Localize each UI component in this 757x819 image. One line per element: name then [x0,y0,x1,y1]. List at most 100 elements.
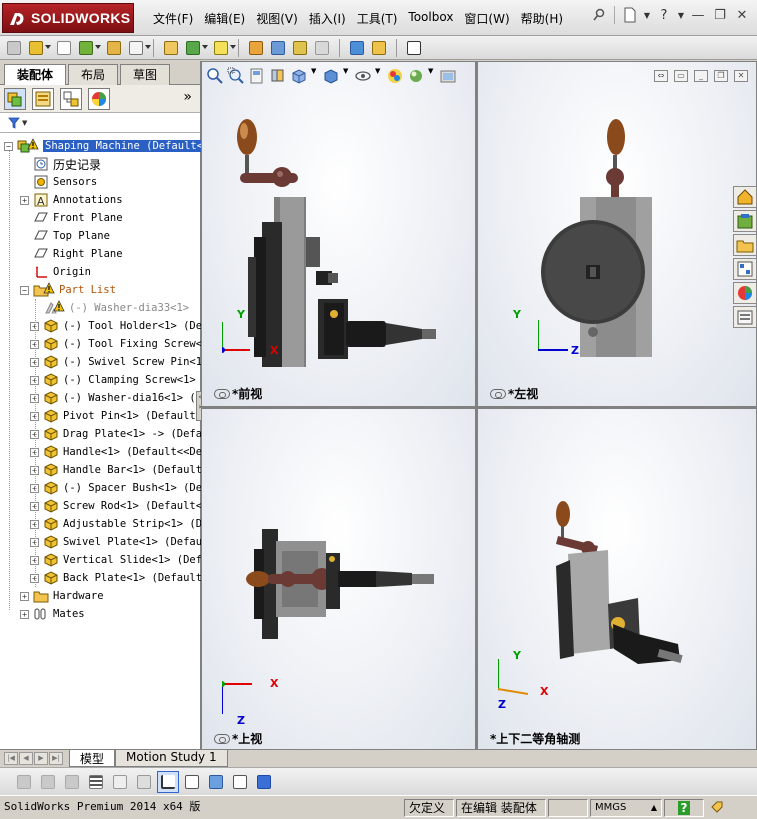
viewport-isometric[interactable]: Y Z X *上下二等角轴测 [478,409,756,751]
close-icon[interactable]: ✕ [733,7,751,23]
sort-icon[interactable] [134,772,154,792]
tree-filter[interactable]: ▼ [0,113,200,133]
appearances-scenes-icon[interactable] [733,282,757,304]
tree-node[interactable]: + Adjustable Strip<1> (De [0,515,208,533]
tree-node[interactable]: + Screw Rod<1> (Default<< [0,497,208,515]
custom-properties-icon[interactable] [733,306,757,328]
tab-assembly[interactable]: 装配体 [4,64,67,86]
menu-item[interactable]: 窗口(W) [459,8,514,28]
tree-node[interactable]: + Back Plate<1> (Default< [0,569,208,587]
hole-alignment-icon[interactable] [369,38,389,58]
feature-manager-tree-icon[interactable] [4,87,26,110]
tree-node[interactable]: 历史记录 [0,155,200,173]
view-settings-icon[interactable] [439,67,457,85]
zoom-to-fit-icon[interactable] [206,67,224,85]
interference-detection-icon[interactable] [312,38,332,58]
configuration-manager-icon[interactable] [60,87,82,110]
save-state-icon[interactable] [254,772,274,792]
tree-node[interactable]: + (-) Spacer Bush<1> (Def [0,479,208,497]
tree-node[interactable]: + Mates [0,605,200,623]
reference-geometry-icon[interactable] [183,38,208,58]
tree-node[interactable]: (-) Washer-dia33<1> [0,299,200,317]
section-view-icon[interactable] [269,67,287,85]
tree-node[interactable]: − Part List [0,281,200,299]
link-views-icon[interactable]: ⇔ [654,70,668,82]
tree-node[interactable]: Front Plane [0,209,200,227]
status-tag-icon[interactable] [706,799,726,817]
apply-scene-dropdown-icon[interactable]: ▼ [428,67,436,85]
prev-tab-icon[interactable]: ◀ [19,752,33,765]
tree-node[interactable]: + Handle<1> (Default<<Def [0,443,208,461]
instant3d-icon[interactable] [404,38,424,58]
edit-appearance-icon[interactable] [386,67,404,85]
view-orientation-dropdown-icon[interactable]: ▼ [311,67,319,85]
tree-node[interactable]: + (-) Clamping Screw<1> [0,371,200,389]
explode-line-sketch-icon[interactable] [290,38,310,58]
show-hidden-icon[interactable] [126,38,151,58]
new-document-icon[interactable] [621,6,639,24]
graphics-area[interactable]: ▼ ▼ ▼ ▼ Y X *前视 ⇔ ▭ _ ❐ ✕ Y Z *左视 X Z *上… [201,61,757,751]
tree-expander-icon[interactable]: + [20,591,29,601]
bottom-tool-1-icon[interactable] [14,772,34,792]
clearance-verification-icon[interactable] [347,38,367,58]
assembly-features-icon[interactable] [161,38,181,58]
linear-pattern-icon[interactable] [54,38,74,58]
minimize-icon[interactable]: — [689,7,707,23]
display-style-icon[interactable] [322,67,340,85]
chart-icon[interactable] [157,770,179,793]
display-style-dropdown-icon[interactable]: ▼ [343,67,351,85]
hide-show-dropdown-icon[interactable]: ▼ [375,67,383,85]
tree-expander-icon[interactable]: − [20,285,29,295]
last-tab-icon[interactable]: ▶| [49,752,63,765]
design-library-icon[interactable] [733,210,757,232]
bottom-tool-3-icon[interactable] [62,772,82,792]
help-icon[interactable]: ? [655,6,673,24]
view-orientation-icon[interactable] [290,67,308,85]
tab-sketch[interactable]: 草图 [120,64,171,85]
insert-component-icon[interactable] [4,38,24,58]
restore-icon[interactable]: ❐ [711,7,729,23]
cube-icon[interactable] [206,772,226,792]
tree-node[interactable]: Top Plane [0,227,200,245]
more-tabs-icon[interactable]: » [183,89,192,105]
first-tab-icon[interactable]: |◀ [4,752,18,765]
tab-layout[interactable]: 布局 [68,64,119,85]
tree-node[interactable]: Origin [0,263,200,281]
tree-node[interactable]: + A Annotations [0,191,200,209]
viewport-top[interactable]: X Z *上视 [202,409,475,751]
tree-node[interactable]: Right Plane [0,245,200,263]
viewport-restore-icon[interactable]: ❐ [714,70,728,82]
viewport-minimize-icon[interactable]: _ [694,70,708,82]
viewport-close-icon[interactable]: ✕ [734,70,748,82]
solidworks-resources-icon[interactable] [733,186,757,208]
viewport-front[interactable]: ▼ ▼ ▼ ▼ Y X *前视 [202,62,475,406]
menu-item[interactable]: 插入(I) [304,8,351,28]
tree-node[interactable]: + Drag Plate<1> -> (Defau [0,425,208,443]
next-tab-icon[interactable]: ▶ [34,752,48,765]
move-component-icon[interactable] [104,38,124,58]
exploded-view-icon[interactable] [268,38,288,58]
solidworks-logo[interactable]: SOLIDWORKS [2,3,134,33]
tree-node[interactable]: + Hardware [0,587,200,605]
smart-fasteners-icon[interactable] [76,38,101,58]
filter-icon[interactable] [8,117,20,129]
pin-icon[interactable] [590,6,608,24]
tree-node[interactable]: − Shaping Machine (Default< [0,137,206,155]
zoom-to-area-icon[interactable] [227,67,245,85]
mate-icon[interactable] [26,38,51,58]
new-document-dropdown-icon[interactable]: ▼ [643,6,651,24]
tree-node[interactable]: + (-) Washer-dia16<1> (De [0,389,208,407]
help-dropdown-icon[interactable]: ▼ [677,6,685,24]
list-icon[interactable] [86,772,106,792]
tree-expander-icon[interactable]: + [20,195,29,205]
property-manager-icon[interactable] [32,87,54,110]
menu-item[interactable]: 编辑(E) [199,8,250,28]
new-motion-study-icon[interactable] [211,38,236,58]
grid-icon[interactable] [182,772,202,792]
menu-item[interactable]: 工具(T) [352,8,403,28]
tree-node[interactable]: + (-) Tool Holder<1> (Def [0,317,208,335]
tree-node[interactable]: Sensors [0,173,200,191]
bottom-tool-2-icon[interactable] [38,772,58,792]
display-manager-icon[interactable] [88,87,110,110]
single-view-icon[interactable]: ▭ [674,70,688,82]
